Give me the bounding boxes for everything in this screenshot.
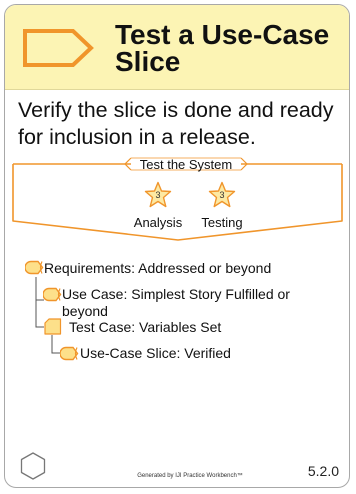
competency-level: 3 (155, 190, 161, 200)
alpha-icon (59, 346, 80, 366)
state-tree: Requirements: Addressed or beyond Use Ca… (5, 255, 349, 385)
generated-by-label: Generated by IJI Practice Workbench™ (137, 473, 243, 479)
version-label: 5.2.0 (307, 463, 339, 479)
activity-space: Test the System 3 Analysis 3 Testing (5, 157, 349, 257)
star-icon: 3 (208, 181, 236, 209)
work-product-icon (44, 318, 62, 340)
card-description: Verify the slice is done and ready for i… (18, 98, 334, 149)
state-item: Use Case: Simplest Story Fulfilled or be… (62, 286, 290, 319)
competency-analysis: 3 Analysis (123, 181, 193, 230)
competency-name: Testing (201, 215, 243, 230)
state-item: Test Case: Variables Set (69, 319, 222, 335)
hexagon-icon (19, 451, 47, 486)
competency-testing: 3 Testing (187, 181, 257, 230)
card-title: Test a Use-Case Slice (115, 19, 330, 77)
alpha-icon (42, 287, 63, 307)
state-item: Requirements: Addressed or beyond (44, 260, 272, 276)
card-header: Test a Use-Case Slice (5, 5, 349, 90)
star-icon: 3 (144, 181, 172, 209)
competency-level: 3 (219, 190, 225, 200)
alpha-icon (24, 260, 45, 280)
competency-name: Analysis (133, 215, 183, 230)
activity-chevron-icon (21, 27, 97, 74)
activity-space-label: Test the System (139, 157, 233, 172)
state-item: Use-Case Slice: Verified (80, 345, 231, 361)
activity-card: Test a Use-Case Slice Verify the slice i… (4, 4, 350, 488)
